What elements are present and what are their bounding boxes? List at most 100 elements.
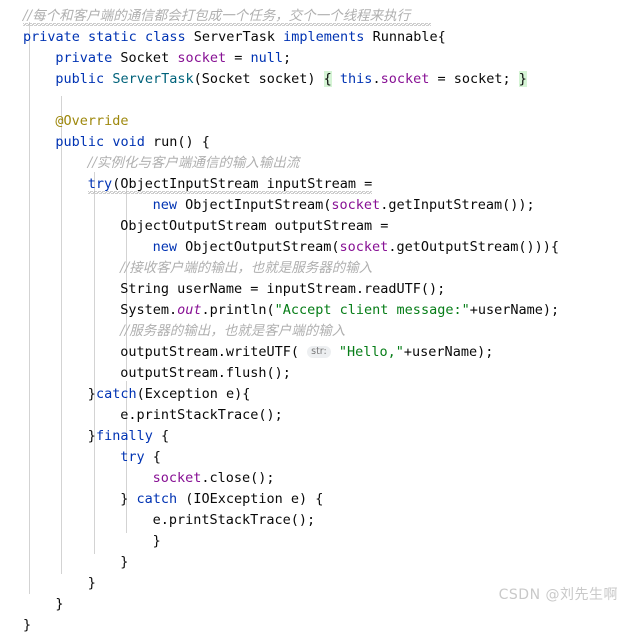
code-token-plain: .getInputStream()); (380, 197, 535, 213)
watermark: CSDN @刘先生啊 (498, 587, 618, 603)
code-token-plain: } (23, 617, 32, 633)
code-token-kw: static (88, 29, 137, 45)
code-token-kw: finally (95, 428, 153, 444)
code-line[interactable]: new ObjectOutputStream(socket.getOutputS… (0, 237, 559, 258)
code-token-plain: (ObjectInputStream inputStream = (112, 176, 373, 192)
code-token-kw: private (55, 50, 113, 66)
code-token-plain: = socket; (429, 71, 519, 87)
code-token-kw: new (152, 197, 177, 213)
code-token-plain: } (120, 554, 129, 570)
code-token-str: "Accept client message:" (274, 302, 470, 318)
code-token-plain: outputStream.writeUTF( (120, 344, 308, 360)
code-token-plain: +userName); (469, 302, 560, 318)
code-token-plain: e.printStackTrace(); (120, 407, 283, 423)
code-token-plain: } (87, 575, 96, 591)
code-line[interactable]: //实例化与客户端通信的输入输出流 (0, 153, 300, 174)
code-token-kw: this (339, 71, 373, 87)
code-line[interactable]: ObjectOutputStream outputStream = (0, 216, 388, 237)
code-token-plain: ; (283, 50, 292, 66)
code-line[interactable] (0, 90, 55, 111)
code-token-plain: . (372, 71, 381, 87)
code-line[interactable]: } (0, 573, 96, 594)
code-token-kw: null (250, 50, 284, 66)
typo-squiggle (23, 23, 431, 26)
code-token-plain: Runnable{ (364, 29, 446, 45)
code-token-kw: implements (283, 29, 365, 45)
code-token-plain: } (152, 533, 161, 549)
code-line[interactable]: private static class ServerTask implemen… (0, 27, 446, 48)
code-line[interactable]: @Override (0, 111, 129, 132)
code-token-plain: .println( (201, 302, 275, 318)
code-line[interactable]: }catch(Exception e){ (0, 384, 251, 405)
code-line[interactable]: String userName = inputStream.readUTF(); (0, 279, 445, 300)
code-line[interactable]: } catch (IOException e) { (0, 489, 323, 510)
code-token-plain: } (87, 428, 96, 444)
code-token-kw: public (55, 71, 105, 87)
code-line[interactable]: public ServerTask(Socket socket) { this.… (0, 69, 527, 90)
code-line[interactable]: outputStream.flush(); (0, 363, 291, 384)
code-line[interactable]: e.printStackTrace(); (0, 405, 283, 426)
code-token-plain: ObjectOutputStream outputStream = (120, 218, 389, 234)
code-token-plain: } (87, 386, 96, 402)
code-line[interactable]: } (0, 531, 161, 552)
code-token-kw: try (120, 449, 145, 465)
code-token-plain: = (226, 50, 251, 66)
code-line[interactable]: } (0, 594, 64, 615)
code-token-plain: .close(); (201, 470, 275, 486)
code-token-brace-hl: { (323, 71, 332, 87)
code-token-field: socket (331, 197, 381, 213)
code-token-plain: run() { (144, 134, 210, 150)
code-token-kw: catch (136, 491, 178, 507)
code-line[interactable]: try { (0, 447, 161, 468)
code-token-plain: } (120, 491, 137, 507)
code-token-kw: void (112, 134, 145, 150)
code-token-cmt: //接收客户端的输出，也就是服务器的输入 (120, 260, 373, 276)
code-token-kw: new (152, 239, 177, 255)
code-line[interactable]: System.out.println("Accept client messag… (0, 300, 559, 321)
typo-squiggle (87, 191, 372, 194)
code-token-plain: ObjectOutputStream( (176, 239, 340, 255)
code-line[interactable]: outputStream.writeUTF( str: "Hello,"+use… (0, 342, 493, 363)
code-line[interactable]: socket.close(); (0, 468, 275, 489)
code-token-cmt: //每个和客户端的通信都会打包成一个任务，交个一个线程来执行 (23, 8, 411, 24)
code-token-plain: { (144, 449, 161, 465)
code-token-kw: private (23, 29, 80, 45)
code-token-field: socket (152, 470, 202, 486)
code-token-sfield: out (177, 302, 202, 318)
code-token-kw: catch (95, 386, 137, 402)
code-token-cmt: //服务器的输出，也就是客户端的输入 (120, 323, 346, 339)
code-token-plain: .getOutputStream())){ (388, 239, 560, 255)
inline-parameter-hint: str: (307, 346, 331, 358)
code-token-field: socket (177, 50, 227, 66)
code-token-cmt: //实例化与客户端通信的输入输出流 (87, 155, 300, 171)
code-token-anno: @Override (55, 113, 129, 129)
code-line[interactable]: } (0, 552, 128, 573)
code-token-plain: String userName = inputStream.readUTF(); (120, 281, 446, 297)
code-token-brace-hl: } (518, 71, 527, 87)
code-token-mdecl: ServerTask (112, 71, 194, 87)
code-token-plain: (Socket socket) (193, 71, 324, 87)
code-token-kw: try (87, 176, 113, 192)
code-token-plain: ObjectInputStream( (176, 197, 332, 213)
code-token-plain: ServerTask (185, 29, 284, 45)
code-line[interactable]: }finally { (0, 426, 169, 447)
code-token-plain: (Exception e){ (136, 386, 251, 402)
code-token-plain: { (152, 428, 170, 444)
code-token-plain: } (55, 596, 64, 612)
code-line[interactable]: e.printStackTrace(); (0, 510, 316, 531)
code-line[interactable]: } (0, 615, 31, 636)
code-editor[interactable]: //每个和客户端的通信都会打包成一个任务，交个一个线程来执行 private st… (0, 0, 628, 633)
code-token-kw: public (55, 134, 105, 150)
code-token-kw: class (144, 29, 186, 45)
code-line[interactable]: //接收客户端的输出，也就是服务器的输入 (0, 258, 372, 279)
code-token-plain: System. (120, 302, 178, 318)
code-token-field: socket (339, 239, 389, 255)
code-line[interactable]: //服务器的输出，也就是客户端的输入 (0, 321, 345, 342)
code-line[interactable]: private Socket socket = null; (0, 48, 291, 69)
code-line[interactable]: public void run() { (0, 132, 210, 153)
code-line[interactable]: new ObjectInputStream(socket.getInputStr… (0, 195, 535, 216)
code-token-plain: e.printStackTrace(); (152, 512, 316, 528)
